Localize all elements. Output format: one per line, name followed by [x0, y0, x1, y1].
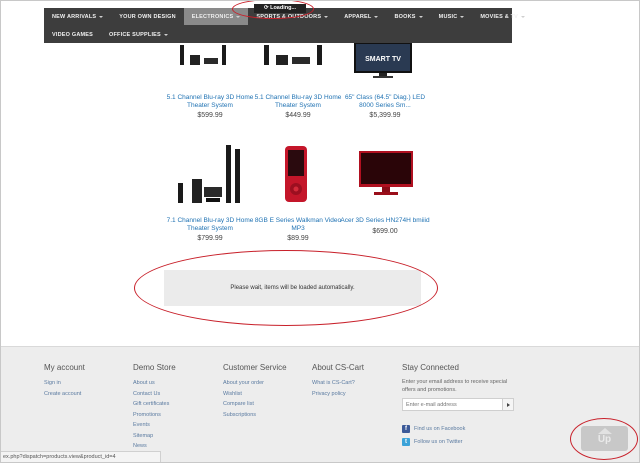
product-card[interactable]: Acer 3D Series HN274H bmiiid $699.00	[339, 217, 431, 235]
tv-screen-text: SMART TV	[365, 56, 401, 63]
product-price: $89.99	[287, 235, 309, 242]
facebook-icon: f	[402, 425, 410, 434]
about-your-order-link[interactable]: About your order	[223, 378, 287, 389]
chevron-down-icon	[324, 15, 329, 18]
what-is-cs-cart-link[interactable]: What is CS-Cart?	[312, 378, 364, 389]
twitter-icon: t	[402, 438, 410, 447]
scroll-up-button[interactable]: Up	[581, 426, 628, 451]
gift-certificates-link[interactable]: Gift certificates	[133, 399, 176, 410]
nav-item-books[interactable]: BOOKS	[386, 8, 430, 25]
newsletter-description: Enter your email address to receive spec…	[402, 379, 508, 393]
nav-item-apparel[interactable]: APPAREL	[336, 8, 386, 25]
footer-demo-store: Demo Store About us Contact Us Gift cert…	[133, 363, 176, 452]
footer-heading: Stay Connected	[402, 363, 459, 372]
nav-item-video-games[interactable]: VIDEO GAMES	[44, 26, 101, 43]
wait-message-box: Please wait, items will be loaded automa…	[164, 270, 421, 306]
sitemap-link[interactable]: Sitemap	[133, 431, 176, 442]
wishlist-link[interactable]: Wishlist	[223, 389, 287, 400]
about-us-link[interactable]: About us	[133, 378, 176, 389]
home-theater-image-2	[264, 45, 322, 65]
nav-item-new-arrivals[interactable]: NEW ARRIVALS	[44, 8, 111, 25]
home-theater-image-3	[178, 145, 240, 203]
nav-item-office-supplies[interactable]: OFFICE SUPPLIES	[101, 26, 176, 43]
chevron-down-icon	[99, 15, 104, 18]
facebook-link[interactable]: f Find us on Facebook	[402, 424, 465, 435]
nav-item-movies-tv[interactable]: MOVIES & TV	[472, 8, 533, 25]
chevron-down-icon	[374, 15, 379, 18]
twitter-label: Follow us on Twitter	[414, 439, 463, 445]
product-name[interactable]: 65" Class (64.5" Diag.) LED 8000 Series …	[339, 94, 431, 109]
footer-heading: My account	[44, 363, 85, 372]
contact-us-link[interactable]: Contact Us	[133, 389, 176, 400]
subscriptions-link[interactable]: Subscriptions	[223, 410, 287, 421]
acer-monitor-image	[359, 151, 413, 195]
footer-heading: About CS-Cart	[312, 363, 365, 372]
chevron-down-icon	[521, 15, 526, 18]
newsletter-form	[402, 398, 514, 411]
chevron-down-icon	[236, 15, 241, 18]
email-field[interactable]	[403, 399, 502, 410]
compare-list-link[interactable]: Compare list	[223, 399, 287, 410]
product-card[interactable]: 5.1 Channel Blu-ray 3D Home Theater Syst…	[252, 94, 344, 119]
product-price: $699.00	[372, 227, 398, 235]
promotions-link[interactable]: Promotions	[133, 410, 176, 421]
nav-item-music[interactable]: MUSIC	[431, 8, 473, 25]
privacy-policy-link[interactable]: Privacy policy	[312, 389, 364, 400]
footer-about: About CS-Cart What is CS-Cart? Privacy p…	[312, 363, 364, 399]
top-navigation: NEW ARRIVALS YOUR OWN DESIGN ELECTRONICS…	[44, 8, 526, 43]
create-account-link[interactable]: Create account	[44, 389, 85, 400]
events-link[interactable]: Events	[133, 420, 176, 431]
product-card[interactable]: 5.1 Channel Blu-ray 3D Home Theater Syst…	[164, 94, 256, 119]
footer: My account Sign in Create account Demo S…	[1, 346, 639, 462]
product-name[interactable]: 5.1 Channel Blu-ray 3D Home Theater Syst…	[164, 94, 256, 109]
footer-heading: Demo Store	[133, 363, 176, 372]
facebook-label: Find us on Facebook	[414, 426, 466, 432]
status-url: ex.php?dispatch=products.view&product_id…	[3, 454, 116, 460]
product-name[interactable]: 5.1 Channel Blu-ray 3D Home Theater Syst…	[252, 94, 344, 109]
up-label: Up	[597, 434, 612, 445]
product-card[interactable]: 65" Class (64.5" Diag.) LED 8000 Series …	[339, 94, 431, 119]
product-name[interactable]: 8GB E Series Walkman Video MP3	[252, 217, 344, 232]
loading-indicator: ⟳ Loading...	[254, 4, 306, 13]
walkman-image	[285, 146, 307, 202]
product-name[interactable]: 7.1 Channel Blu-ray 3D Home Theater Syst…	[164, 217, 256, 232]
nav-row-2: VIDEO GAMES OFFICE SUPPLIES	[44, 26, 176, 43]
product-card[interactable]: 8GB E Series Walkman Video MP3 $89.99	[252, 217, 344, 242]
browser-status-bar: ex.php?dispatch=products.view&product_id…	[1, 451, 161, 462]
chevron-down-icon	[418, 15, 423, 18]
twitter-link[interactable]: t Follow us on Twitter	[402, 437, 463, 448]
nav-item-your-own-design[interactable]: YOUR OWN DESIGN	[111, 8, 183, 25]
footer-my-account: My account Sign in Create account	[44, 363, 85, 399]
wait-message: Please wait, items will be loaded automa…	[230, 285, 355, 291]
home-theater-image-1	[180, 45, 226, 65]
subscribe-button[interactable]	[502, 399, 513, 410]
footer-customer-service: Customer Service About your order Wishli…	[223, 363, 287, 420]
product-price: $799.99	[197, 235, 223, 242]
product-price: $449.99	[285, 112, 311, 119]
news-link[interactable]: News	[133, 441, 176, 452]
footer-heading: Customer Service	[223, 363, 287, 372]
chevron-down-icon	[460, 15, 465, 18]
arrow-right-icon	[506, 402, 510, 407]
sign-in-link[interactable]: Sign in	[44, 378, 85, 389]
product-price: $599.99	[197, 112, 223, 119]
product-card[interactable]: 7.1 Channel Blu-ray 3D Home Theater Syst…	[164, 217, 256, 242]
product-name[interactable]: Acer 3D Series HN274H bmiiid	[339, 217, 431, 225]
footer-stay-connected: Stay Connected Enter your email address …	[402, 363, 522, 463]
nav-item-electronics[interactable]: ELECTRONICS	[183, 8, 249, 25]
chevron-down-icon	[163, 33, 168, 36]
product-price: $5,399.99	[369, 112, 401, 119]
